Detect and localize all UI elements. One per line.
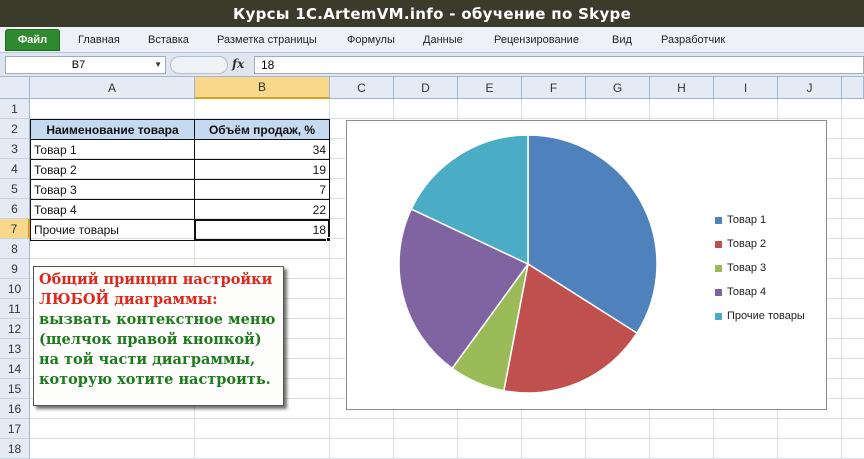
legend-swatch [715,288,722,296]
formula-bar: B7 ▼ fx 18 [0,53,864,77]
tab-data[interactable]: Данные [423,34,463,46]
legend-item[interactable]: Товар 2 [715,232,805,256]
row-header-10[interactable]: 10 [0,279,30,299]
ribbon-tabs: Файл Главная Вставка Разметка страницы Ф… [0,27,864,53]
col-header-a[interactable]: A [30,77,195,99]
formula-input[interactable]: 18 [254,56,864,74]
note-line: (щелчок правой кнопкой) [39,331,262,348]
tab-review[interactable]: Рецензирование [494,34,579,46]
pie-chart[interactable]: Товар 1 Товар 2 Товар 3 Товар 4 Прочие т… [346,120,827,410]
active-cell-selection[interactable] [194,219,330,241]
note-line: ЛЮБОЙ диаграммы: [39,291,218,308]
row-header-16[interactable]: 16 [0,399,30,419]
legend-item[interactable]: Прочие товары [715,304,805,328]
note-line: Общий принцип настройки [39,271,273,288]
insert-function-icon[interactable]: fx [232,57,244,71]
window-title: Курсы 1C.ArtemVM.info - обучение по Skyp… [0,0,864,27]
legend-swatch [715,240,722,248]
formula-controls: fx [168,56,256,74]
name-box-value: B7 [71,59,86,71]
chevron-down-icon[interactable]: ▼ [154,60,162,69]
worksheet-grid[interactable]: A B C D E F G H I J 1 2 3 4 5 6 7 8 9 10 11 12 13 14 1… [0,77,864,459]
note-line: вызвать контекстное меню [39,311,276,328]
legend-item[interactable]: Товар 3 [715,256,805,280]
row-header-7[interactable]: 7 [0,219,30,239]
excel-window: { "window": { "title": "Курсы 1C.ArtemVM… [0,0,864,459]
note-line: на той части диаграммы, [39,351,256,368]
tab-file[interactable]: Файл [5,29,60,51]
row-header-13[interactable]: 13 [0,339,30,359]
row-header-1[interactable]: 1 [0,99,30,119]
tab-formulas[interactable]: Формулы [347,34,395,46]
row-header-15[interactable]: 15 [0,379,30,399]
legend-swatch [715,264,722,272]
row-header-14[interactable]: 14 [0,359,30,379]
tab-home[interactable]: Главная [78,34,120,46]
row-header-2[interactable]: 2 [0,119,30,139]
row-header-9[interactable]: 9 [0,259,30,279]
col-header-d[interactable]: D [394,77,458,99]
row-header-8[interactable]: 8 [0,239,30,259]
gridline [30,438,864,439]
formula-buttons[interactable] [170,56,228,74]
col-header-j[interactable]: J [778,77,842,99]
note-line: которую хотите настроить. [39,371,271,388]
chart-legend[interactable]: Товар 1 Товар 2 Товар 3 Товар 4 Прочие т… [715,208,805,328]
instruction-note: Общий принцип настройки ЛЮБОЙ диаграммы:… [33,266,284,406]
gridline [841,99,842,459]
row-header-4[interactable]: 4 [0,159,30,179]
col-header-k[interactable] [842,77,864,99]
legend-swatch [715,216,722,224]
table-border [30,159,330,160]
legend-label: Прочие товары [727,310,805,322]
legend-label: Товар 2 [727,238,767,250]
col-header-i[interactable]: I [714,77,778,99]
legend-swatch [715,312,722,320]
row-header-18[interactable]: 18 [0,439,30,459]
col-header-b[interactable]: B [195,77,330,99]
gridline [30,418,864,419]
row-header-11[interactable]: 11 [0,299,30,319]
legend-label: Товар 4 [727,286,767,298]
legend-item[interactable]: Товар 4 [715,280,805,304]
row-header-3[interactable]: 3 [0,139,30,159]
row-header-12[interactable]: 12 [0,319,30,339]
col-header-g[interactable]: G [586,77,650,99]
col-header-h[interactable]: H [650,77,714,99]
select-all-corner[interactable] [0,77,30,99]
tab-view[interactable]: Вид [612,34,632,46]
tab-insert[interactable]: Вставка [148,34,189,46]
row-header-5[interactable]: 5 [0,179,30,199]
col-header-c[interactable]: C [330,77,394,99]
legend-label: Товар 3 [727,262,767,274]
legend-label: Товар 1 [727,214,767,226]
table-border [30,139,330,140]
table-border [30,179,330,180]
row-header-17[interactable]: 17 [0,419,30,439]
name-box[interactable]: B7 ▼ [5,56,166,74]
table-border [30,199,330,200]
legend-item[interactable]: Товар 1 [715,208,805,232]
tab-page-layout[interactable]: Разметка страницы [217,34,317,46]
fill-handle[interactable] [326,237,331,242]
row-header-6[interactable]: 6 [0,199,30,219]
tab-developer[interactable]: Разработчик [661,34,725,46]
col-header-e[interactable]: E [458,77,522,99]
col-header-f[interactable]: F [522,77,586,99]
